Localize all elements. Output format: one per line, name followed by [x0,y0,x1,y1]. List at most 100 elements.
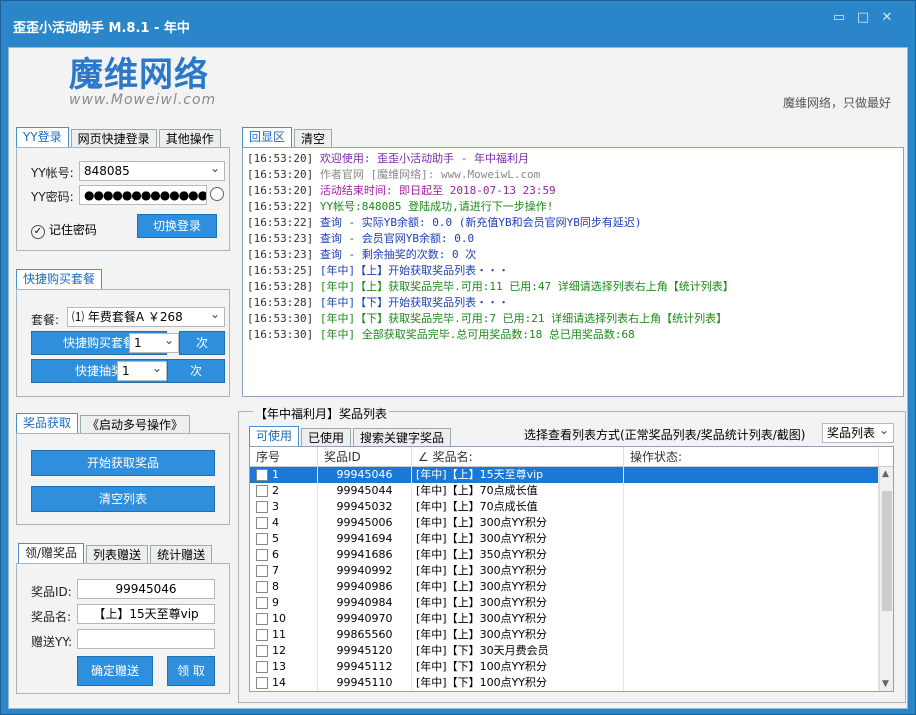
switch-login-button[interactable]: 切换登录 [137,214,217,238]
table-row[interactable]: 11 99865560 [年中]【上】300点YY积分 [250,627,893,643]
col-status[interactable]: 操作状态: [624,447,879,466]
scroll-up-icon[interactable]: ▲ [882,469,889,479]
table-row[interactable]: 1 99945046 [年中]【上】15天至尊vip [250,467,893,483]
tab-get-prize[interactable]: 奖品获取 [16,413,79,435]
cell-no: 6 [250,547,318,563]
row-checkbox[interactable] [256,501,268,513]
start-prize-button[interactable]: 开始获取奖品 [31,450,215,476]
remember-password[interactable]: ✓ 记住密码 [31,221,97,239]
row-checkbox[interactable] [256,485,268,497]
cell-status [624,579,879,595]
table-row[interactable]: 9 99940984 [年中]【上】300点YY积分 [250,595,893,611]
row-checkbox[interactable] [256,629,268,641]
log-timestamp: [16:53:23] [247,232,314,245]
quick-draw-qty[interactable]: 1 [117,361,167,381]
row-number: 9 [272,596,279,609]
minimize-icon[interactable]: ▭ [827,9,851,27]
cell-prize-name: [年中]【下】100点YY积分 [412,675,624,691]
cell-prize-id: 99945046 [318,467,412,483]
package-select[interactable]: ⑴ 年费套餐A ￥268 [67,307,225,327]
row-number: 2 [272,484,279,497]
tab-list-gift[interactable]: 列表赠送 [86,545,149,565]
row-checkbox[interactable] [256,533,268,545]
table-row[interactable]: 12 99945120 [年中]【下】30天月费会员 [250,643,893,659]
row-checkbox[interactable] [256,469,268,481]
table-row[interactable]: 6 99941686 [年中]【上】350点YY积分 [250,547,893,563]
title-bar[interactable]: 歪歪小活动助手 M.8.1 - 年中 ▭ □ ✕ [1,1,915,47]
view-mode-select[interactable]: 奖品列表 [822,423,894,443]
log-line: [16:53:20] 作者官网 [魔维网络]: www.MoweiwL.com [247,167,899,183]
col-prize-id[interactable]: 奖品ID [318,447,412,466]
tab-echo[interactable]: 回显区 [242,127,293,149]
cell-no: 14 [250,675,318,691]
cell-status [624,659,879,675]
row-number: 5 [272,532,279,545]
cell-no: 7 [250,563,318,579]
gift-id-field[interactable]: 99945046 [77,579,215,599]
tab-quick-purchase[interactable]: 快捷购买套餐 [16,269,103,291]
close-icon[interactable]: ✕ [875,9,899,27]
quick-buy-qty[interactable]: 1 [129,333,179,353]
row-checkbox[interactable] [256,613,268,625]
row-number: 8 [272,580,279,593]
cell-no: 2 [250,483,318,499]
log-text: 活动结束时间: 即日起至 2018-07-13 23:59 [313,184,556,197]
cell-prize-id: 99945112 [318,659,412,675]
log-area[interactable]: [16:53:20] 欢迎使用: 歪歪小活动助手 - 年中福利月 [16:53:2… [242,147,904,397]
cell-no: 10 [250,611,318,627]
row-checkbox[interactable] [256,549,268,561]
password-field[interactable]: ●●●●●●●●●●●●●● [79,185,207,205]
table-row[interactable]: 2 99945044 [年中]【上】70点成长值 [250,483,893,499]
row-checkbox[interactable] [256,565,268,577]
tab-stat-gift[interactable]: 统计赠送 [150,545,213,565]
row-checkbox[interactable] [256,661,268,673]
cell-status [624,467,879,483]
claim-button[interactable]: 领 取 [167,656,215,686]
gift-to-field[interactable] [77,629,215,649]
gift-name-field[interactable]: 【上】15天至尊vip [77,604,215,624]
row-checkbox[interactable] [256,517,268,529]
row-number: 3 [272,500,279,513]
tab-clear-log[interactable]: 清空 [294,129,333,149]
tab-usable[interactable]: 可使用 [249,426,300,448]
table-row[interactable]: 8 99940986 [年中]【上】300点YY积分 [250,579,893,595]
cell-no: 8 [250,579,318,595]
log-text: [年中]【上】开始获取奖品列表・・・ [313,264,510,277]
row-number: 11 [272,628,286,641]
tab-used[interactable]: 已使用 [301,428,352,448]
col-no[interactable]: 序号 [250,447,318,466]
account-select[interactable]: 848085 [79,161,225,181]
table-row[interactable]: 7 99940992 [年中]【上】300点YY积分 [250,563,893,579]
log-text: [年中]【下】获取奖品完毕.可用:7 已用:21 详细请选择列表右上角【统计列表… [313,312,728,325]
check-icon[interactable]: ✓ [31,225,45,239]
row-checkbox[interactable] [256,597,268,609]
col-prize-name[interactable]: ∠ 奖品名: [412,447,624,466]
scroll-thumb[interactable] [882,491,892,611]
row-checkbox[interactable] [256,645,268,657]
tab-other-ops[interactable]: 其他操作 [158,129,221,149]
tab-claim-gift[interactable]: 领/赠奖品 [18,543,85,565]
table-row[interactable]: 14 99945110 [年中]【下】100点YY积分 [250,675,893,691]
tab-multi-account[interactable]: 《启动多号操作》 [80,415,191,435]
table-scrollbar[interactable]: ▲ ▼ [879,467,893,691]
row-checkbox[interactable] [256,581,268,593]
cell-prize-id: 99945032 [318,499,412,515]
cell-status [624,515,879,531]
scroll-down-icon[interactable]: ▼ [882,679,889,689]
table-row[interactable]: 10 99940970 [年中]【上】300点YY积分 [250,611,893,627]
table-row[interactable]: 5 99941694 [年中]【上】300点YY积分 [250,531,893,547]
tab-search-keyword[interactable]: 搜索关键字奖品 [353,428,452,448]
tab-web-login[interactable]: 网页快捷登录 [70,129,157,149]
show-password-toggle[interactable] [210,187,224,201]
remember-label: 记住密码 [48,223,97,237]
table-row[interactable]: 4 99945006 [年中]【上】300点YY积分 [250,515,893,531]
table-row[interactable]: 13 99945112 [年中]【下】100点YY积分 [250,659,893,675]
table-row[interactable]: 3 99945032 [年中]【上】70点成长值 [250,499,893,515]
maximize-icon[interactable]: □ [851,9,875,27]
confirm-gift-button[interactable]: 确定赠送 [77,656,153,686]
row-number: 4 [272,516,279,529]
tab-yy-login[interactable]: YY登录 [16,127,69,149]
clear-list-button[interactable]: 清空列表 [31,486,215,512]
row-checkbox[interactable] [256,677,268,689]
log-text: 欢迎使用: 歪歪小活动助手 - 年中福利月 [313,152,529,165]
